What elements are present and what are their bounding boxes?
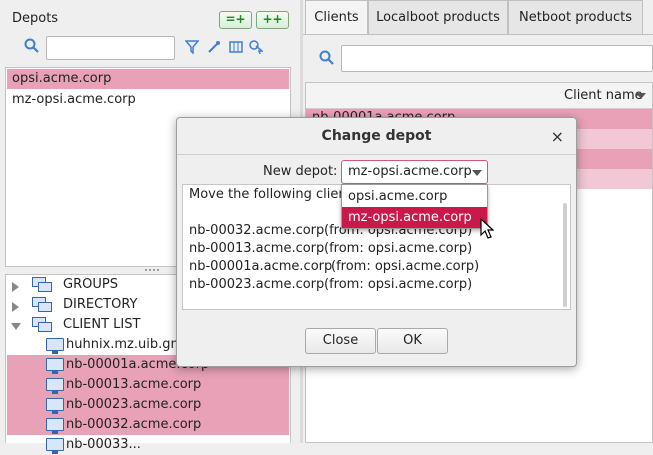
- filter-icon[interactable]: [184, 40, 200, 58]
- computer-icon: [46, 378, 64, 394]
- new-depot-combobox[interactable]: mz-opsi.acme.corp: [341, 160, 488, 184]
- groups-icon: [32, 277, 54, 293]
- client-search-icon: [319, 50, 335, 70]
- client-search-input[interactable]: [341, 45, 653, 72]
- computer-icon: [46, 418, 64, 434]
- directory-icon: [32, 297, 54, 313]
- search-icon: [24, 38, 40, 58]
- move-client-4: nb-00023.acme.corp: [189, 277, 325, 292]
- new-depot-label: New depot:: [263, 164, 338, 179]
- tab-netboot-products[interactable]: Netboot products: [508, 0, 643, 34]
- dialog-title: Change depot: [321, 128, 432, 144]
- message-intro: Move the following clients: [189, 187, 359, 202]
- client-list-icon: [32, 317, 54, 333]
- tree-client-nb-00023[interactable]: nb-00023.acme.corp: [66, 395, 201, 415]
- columns-icon[interactable]: [229, 40, 243, 58]
- close-icon[interactable]: ×: [551, 127, 564, 146]
- add-depot-button[interactable]: =+: [219, 11, 252, 29]
- move-client-1: nb-00032.acme.corp: [189, 223, 325, 238]
- move-from-4: (from: opsi.acme.corp): [324, 277, 473, 292]
- title-separator: [177, 154, 576, 155]
- chevron-down-icon[interactable]: [472, 170, 482, 176]
- dropdown-option-mz-opsi[interactable]: mz-opsi.acme.corp: [342, 207, 487, 228]
- tab-localboot-products[interactable]: Localboot products: [368, 0, 508, 34]
- mouse-cursor-icon: [480, 217, 495, 244]
- sort-down-icon[interactable]: [636, 93, 646, 99]
- ok-button[interactable]: OK: [377, 328, 448, 354]
- tree-client-nb-00013[interactable]: nb-00013.acme.corp: [66, 375, 201, 395]
- scrollbar[interactable]: [563, 203, 567, 307]
- combo-value: mz-opsi.acme.corp: [348, 164, 472, 179]
- expand-groups-icon[interactable]: [12, 282, 19, 292]
- close-button[interactable]: Close: [305, 328, 376, 354]
- collapse-client-list-icon[interactable]: [11, 323, 21, 330]
- computer-icon: [46, 338, 64, 354]
- move-client-3: nb-00001a.acme.corp: [189, 259, 333, 274]
- dropdown-option-opsi[interactable]: opsi.acme.corp: [342, 186, 487, 207]
- split-handle[interactable]: [145, 269, 159, 272]
- computer-icon: [46, 398, 64, 414]
- depot-search-input[interactable]: [46, 36, 175, 60]
- tree-groups[interactable]: GROUPS: [63, 275, 118, 295]
- depot-dropdown-list: opsi.acme.corp mz-opsi.acme.corp: [341, 184, 488, 229]
- tree-client-nb-00033[interactable]: nb-00033...: [66, 435, 141, 455]
- select-icon[interactable]: [249, 40, 265, 58]
- tab-clients[interactable]: Clients: [305, 0, 368, 34]
- change-depot-dialog: Change depot × New depot: mz-opsi.acme.c…: [176, 117, 577, 367]
- magic-wand-icon[interactable]: [207, 40, 221, 58]
- move-from-2: (from: opsi.acme.corp): [324, 241, 473, 256]
- tree-client-list[interactable]: CLIENT LIST: [63, 315, 140, 335]
- table-header: Client name: [306, 83, 652, 109]
- add-all-depots-button[interactable]: ++: [256, 11, 289, 29]
- tree-client-nb-00032[interactable]: nb-00032.acme.corp: [66, 415, 201, 435]
- move-from-3: (from: opsi.acme.corp): [331, 259, 480, 274]
- tab-underline: [303, 34, 653, 35]
- computer-icon: [46, 438, 64, 454]
- depot-item-opsi[interactable]: opsi.acme.corp: [7, 69, 289, 89]
- column-client-name[interactable]: Client name: [564, 88, 643, 103]
- depot-item-mz-opsi[interactable]: mz-opsi.acme.corp: [7, 90, 289, 110]
- depots-title: Depots: [12, 11, 59, 26]
- computer-icon: [46, 358, 64, 374]
- tree-directory[interactable]: DIRECTORY: [63, 295, 137, 315]
- expand-directory-icon[interactable]: [12, 302, 19, 312]
- move-client-2: nb-00013.acme.corp: [189, 241, 325, 256]
